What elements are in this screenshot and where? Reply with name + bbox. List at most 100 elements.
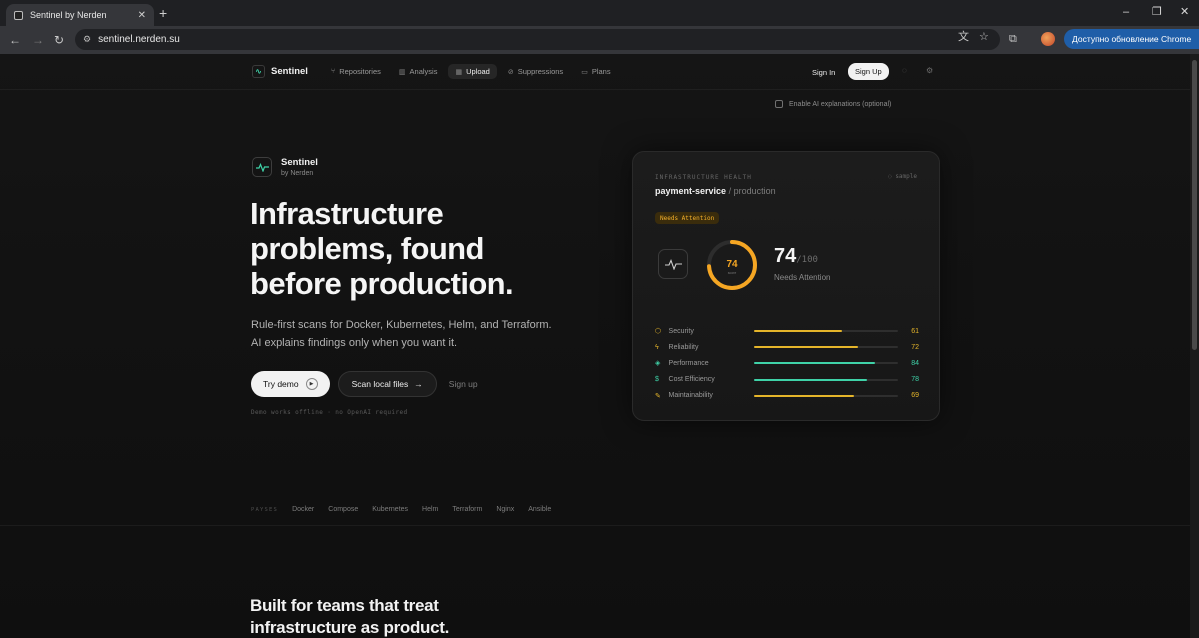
nav-link-upload[interactable]: ▦ Upload [448, 64, 497, 79]
close-tab-icon[interactable]: ✕ [138, 10, 146, 21]
translate-icon[interactable]: ⽂ [958, 30, 969, 44]
pulse-logo-icon [252, 157, 272, 177]
site-info-icon[interactable]: ⚙ [83, 34, 91, 45]
scan-local-files-button[interactable]: Scan local files → [337, 371, 437, 397]
forward-icon[interactable]: → [32, 32, 44, 48]
card-label: INFRASTRUCTURE HEALTH [655, 174, 752, 181]
metric-bar-track [754, 330, 899, 333]
gauge-score: 74 [726, 259, 738, 270]
score-max: /100 [796, 255, 818, 265]
metric-row: ◈ Performance 84 [655, 355, 919, 371]
profile-avatar[interactable] [1041, 32, 1055, 46]
nav-link-repositories[interactable]: ⑂ Repositories [324, 64, 388, 79]
nav-link-plans[interactable]: ▭ Plans [574, 64, 617, 79]
sign-up-button[interactable]: Sign Up [848, 63, 889, 80]
section-title-line: infrastructure as product. [250, 618, 450, 637]
metric-label: Reliability [668, 343, 699, 351]
site-header: ∿ Sentinel ⑂ Repositories ▥ Analysis ▦ U… [0, 54, 1190, 90]
hero-subtitle-line: AI explains findings only when you want … [251, 337, 458, 349]
metric-value: 69 [911, 392, 919, 400]
reload-icon[interactable]: ↻ [54, 32, 64, 48]
metric-bar-fill [754, 378, 867, 381]
tag-compose: Compose [328, 506, 359, 513]
tag-docker: Docker [292, 506, 315, 513]
metric-label: Performance [668, 359, 709, 367]
maximize-button[interactable]: ❐ [1152, 5, 1162, 19]
url-text[interactable]: sentinel.nerden.su [98, 34, 180, 45]
nav-link-label: Repositories [339, 67, 381, 76]
nav-link-label: Suppressions [517, 67, 564, 76]
nav-brand-name: Sentinel [271, 66, 308, 77]
hero-sign-up-link[interactable]: Sign up [449, 379, 478, 389]
metric-bar-fill [754, 394, 854, 397]
shield-icon: ⬡ [655, 328, 662, 336]
ai-checkbox[interactable] [775, 100, 783, 108]
ai-explanations-toggle[interactable]: Enable AI explanations (optional) [775, 100, 891, 108]
metric-bar-track [754, 362, 899, 365]
hero-title-line: problems, found [250, 231, 484, 266]
infrastructure-health-card: INFRASTRUCTURE HEALTH ◌ sample payment-s… [632, 151, 940, 421]
hero-subtitle: Rule-first scans for Docker, Kubernetes,… [251, 316, 591, 352]
metric-row: $ Cost Efficiency 78 [655, 372, 919, 388]
metric-label: Security [668, 327, 694, 335]
browser-tab[interactable]: Sentinel by Nerden ✕ [6, 4, 154, 26]
arrow-right-icon: → [414, 379, 423, 389]
page-scrollbar[interactable] [1190, 54, 1199, 638]
hero-brand-name: Sentinel [281, 157, 318, 168]
tab-title: Sentinel by Nerden [30, 10, 107, 20]
scroll-thumb[interactable] [1192, 60, 1197, 350]
metric-bar-fill [754, 346, 858, 349]
metric-row: ϟ Reliability 72 [655, 339, 919, 355]
settings-icon[interactable]: ⚙ [926, 66, 933, 75]
nav-link-label: Plans [591, 67, 611, 76]
metric-value: 61 [911, 327, 919, 335]
card-icon: ▭ [581, 68, 588, 76]
score-number: 74 [774, 245, 797, 267]
notification-icon[interactable]: ◌ [902, 66, 907, 75]
search-icon: ⊘ [507, 68, 514, 76]
tag-ansible: Ansible [528, 506, 552, 513]
metric-bar-fill [754, 330, 843, 333]
metric-value: 78 [911, 376, 919, 384]
score-value: 74/100 [774, 245, 818, 268]
service-env: / production [728, 186, 776, 196]
card-sample-text: sample [895, 173, 917, 180]
hero-title: Infrastructure problems, found before pr… [250, 196, 590, 301]
sign-in-link[interactable]: Sign In [806, 64, 841, 81]
bar-chart-icon: ▥ [398, 68, 406, 76]
minimize-button[interactable]: – [1123, 5, 1129, 19]
tag-terraform: Terraform [452, 506, 483, 513]
new-tab-button[interactable]: + [159, 4, 167, 22]
update-label: Доступно обновление Chrome [1072, 34, 1192, 44]
metric-bar-track [754, 394, 899, 397]
pulse-logo-icon: ∿ [252, 65, 265, 78]
metric-label: Maintainability [668, 392, 713, 400]
gauge-icon: ◈ [655, 360, 661, 368]
try-demo-button[interactable]: Try demo ▶ [251, 371, 330, 397]
hero-subtitle-line: Rule-first scans for Docker, Kubernetes,… [251, 319, 552, 331]
address-bar[interactable]: ⚙ sentinel.nerden.su [75, 29, 1000, 50]
nav-brand[interactable]: ∿ Sentinel [252, 65, 308, 78]
back-icon[interactable]: ← [9, 32, 21, 48]
extensions-icon[interactable]: ⧉ [1009, 33, 1017, 46]
bookmark-star-icon[interactable]: ☆ [979, 30, 989, 44]
card-service: payment-service / production [655, 186, 776, 196]
chrome-update-button[interactable]: Доступно обновление Chrome ⋮ [1064, 29, 1199, 49]
scan-label: Scan local files [351, 379, 409, 389]
tag-kubernetes: Kubernetes [372, 506, 409, 513]
service-name: payment-service [655, 186, 727, 196]
close-window-button[interactable]: ✕ [1180, 5, 1189, 19]
browser-toolbar: ← → ↻ ⚙ sentinel.nerden.su ⽂ ☆ [0, 26, 1199, 54]
favicon-icon [14, 10, 23, 20]
play-icon: ▶ [305, 378, 318, 390]
try-demo-label: Try demo [263, 379, 299, 389]
nav-links: ⑂ Repositories ▥ Analysis ▦ Upload ⊘ Sup… [324, 64, 618, 79]
ai-toggle-label: Enable AI explanations (optional) [789, 100, 892, 108]
nav-link-suppressions[interactable]: ⊘ Suppressions [501, 64, 570, 79]
page-content: ∿ Sentinel ⑂ Repositories ▥ Analysis ▦ U… [0, 54, 1190, 638]
grid-icon: ▦ [455, 68, 463, 76]
nav-link-label: Upload [466, 67, 490, 76]
nav-link-analysis[interactable]: ▥ Analysis [392, 64, 445, 79]
hero-note: Demo works offline · no OpenAI required [251, 409, 408, 416]
hero-cta-group: Try demo ▶ Scan local files → Sign up [251, 371, 478, 397]
